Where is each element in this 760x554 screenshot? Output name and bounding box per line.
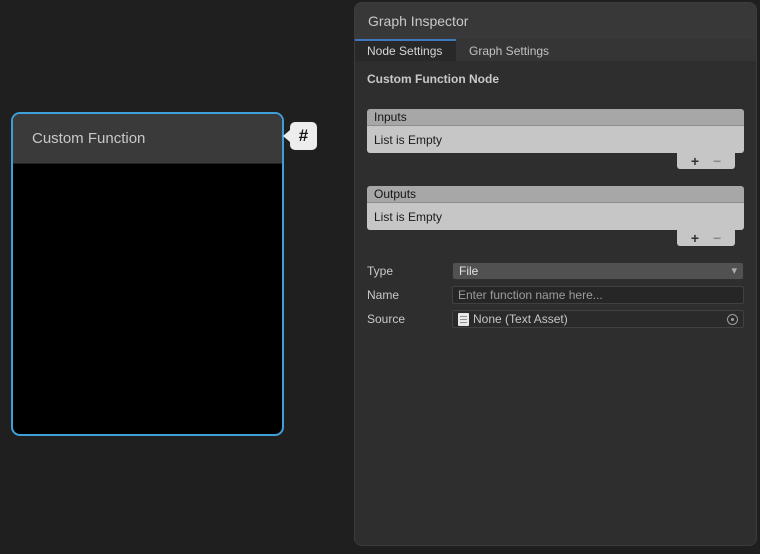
source-object-value: None (Text Asset) xyxy=(473,312,568,326)
property-fields: Type File ▾ Name Source None (Text Asset… xyxy=(367,262,744,328)
function-name-input[interactable] xyxy=(452,286,744,304)
source-row: Source None (Text Asset) xyxy=(367,310,744,328)
inputs-list-footer: + − xyxy=(677,153,735,169)
outputs-list-footer: + − xyxy=(677,230,735,246)
name-label: Name xyxy=(367,288,452,302)
name-row: Name xyxy=(367,286,744,304)
hash-icon: # xyxy=(299,126,308,146)
source-object-field[interactable]: None (Text Asset) xyxy=(452,310,744,328)
chevron-down-icon: ▾ xyxy=(731,266,737,277)
inputs-add-button[interactable]: + xyxy=(689,154,701,168)
tab-node-settings[interactable]: Node Settings xyxy=(355,39,456,61)
type-label: Type xyxy=(367,264,452,278)
source-label: Source xyxy=(367,312,452,326)
inputs-list-title: Inputs xyxy=(374,110,407,124)
tab-bar: Node Settings Graph Settings xyxy=(355,39,756,61)
object-picker-icon[interactable] xyxy=(727,314,738,325)
outputs-list-title: Outputs xyxy=(374,187,416,201)
inputs-empty-label: List is Empty xyxy=(374,133,442,147)
panel-header[interactable]: Graph Inspector xyxy=(355,3,756,39)
graph-inspector-panel: Graph Inspector Node Settings Graph Sett… xyxy=(354,2,757,546)
outputs-list-body: List is Empty xyxy=(367,203,744,230)
badge-tail xyxy=(283,130,290,142)
inputs-list: Inputs List is Empty + − xyxy=(367,109,744,169)
inputs-list-header[interactable]: Inputs xyxy=(367,109,744,126)
inspector-content: Custom Function Node Inputs List is Empt… xyxy=(355,61,756,328)
tab-graph-settings[interactable]: Graph Settings xyxy=(456,39,562,61)
outputs-add-button[interactable]: + xyxy=(689,231,701,245)
outputs-empty-label: List is Empty xyxy=(374,210,442,224)
tab-label: Graph Settings xyxy=(469,44,549,58)
inputs-remove-button[interactable]: − xyxy=(711,154,723,168)
type-row: Type File ▾ xyxy=(367,262,744,280)
node-code-badge[interactable]: # xyxy=(290,122,317,150)
inputs-list-body: List is Empty xyxy=(367,126,744,153)
outputs-list: Outputs List is Empty + − xyxy=(367,186,744,246)
tab-label: Node Settings xyxy=(367,44,442,58)
node-title: Custom Function xyxy=(32,130,145,147)
type-dropdown[interactable]: File ▾ xyxy=(452,262,744,280)
section-title: Custom Function Node xyxy=(367,72,744,86)
text-asset-icon xyxy=(458,313,469,326)
custom-function-node[interactable]: Custom Function xyxy=(11,112,284,436)
shader-graph-canvas: Custom Function # Graph Inspector Node S… xyxy=(0,0,760,554)
type-dropdown-value: File xyxy=(459,264,478,278)
outputs-remove-button[interactable]: − xyxy=(711,231,723,245)
node-title-bar[interactable]: Custom Function xyxy=(13,114,282,164)
panel-title: Graph Inspector xyxy=(368,13,468,29)
outputs-list-header[interactable]: Outputs xyxy=(367,186,744,203)
